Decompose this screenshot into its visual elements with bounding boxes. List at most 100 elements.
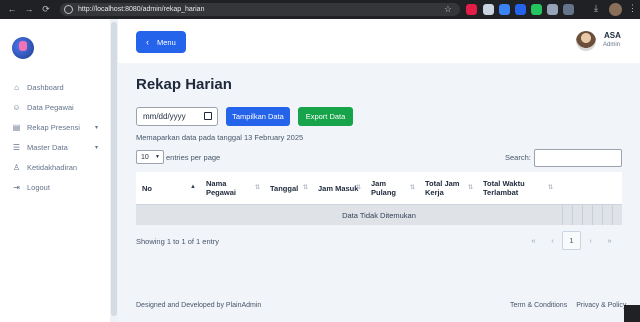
- column-header-jam-masuk[interactable]: Jam Masuk ⇅: [312, 172, 365, 204]
- search-input[interactable]: [534, 149, 622, 167]
- sidebar-scrollbar-thumb[interactable]: [111, 22, 117, 316]
- column-label: Jam Masuk: [318, 183, 359, 193]
- date-input-placeholder: mm/dd/yyyy: [143, 112, 186, 121]
- first-page-button[interactable]: «: [524, 231, 543, 250]
- date-input[interactable]: mm/dd/yyyy: [136, 107, 218, 126]
- search-label: Search:: [505, 153, 531, 162]
- app-logo[interactable]: [12, 37, 34, 59]
- footer-credit: Designed and Developed by PlainAdmin: [136, 302, 262, 309]
- calendar-icon[interactable]: [204, 112, 212, 120]
- sidebar-item-dashboard[interactable]: ⌂ Dashboard: [0, 77, 110, 97]
- forward-icon[interactable]: →: [24, 4, 34, 15]
- sidebar-item-logout[interactable]: ⇥ Logout: [0, 177, 110, 197]
- page-title: Rekap Harian: [136, 76, 232, 93]
- rekap-table: No ▲ Nama Pegawai ⇅ Tanggal ⇅ Jam Masuk …: [136, 172, 622, 225]
- privacy-link[interactable]: Privacy & Policy: [576, 302, 626, 309]
- column-divider: [612, 205, 613, 225]
- sidebar-item-rekap-presensi[interactable]: ▤ Rekap Presensi ▾: [0, 117, 110, 137]
- column-divider: [562, 205, 563, 225]
- column-label: Total Waktu Terlambat: [483, 179, 525, 197]
- table-row: Data Tidak Ditemukan: [136, 205, 622, 225]
- database-icon: ☰: [12, 142, 21, 152]
- export-data-button[interactable]: Export Data: [298, 107, 353, 126]
- column-header-jam-pulang[interactable]: Jam Pulang ⇅: [365, 172, 419, 204]
- show-data-button[interactable]: Tampilkan Data: [226, 107, 290, 126]
- page-length-value: 10: [141, 153, 149, 161]
- column-header-total-jam-kerja[interactable]: Total Jam Kerja ⇅: [419, 172, 477, 204]
- star-icon[interactable]: ☆: [444, 4, 452, 15]
- user-absent-icon: ♙: [12, 162, 21, 172]
- logout-icon: ⇥: [13, 182, 20, 192]
- sort-icon: ⇅: [547, 185, 553, 191]
- column-divider: [582, 205, 583, 225]
- table-header: No ▲ Nama Pegawai ⇅ Tanggal ⇅ Jam Masuk …: [136, 172, 622, 205]
- user-name: ASA: [604, 31, 621, 40]
- chevron-left-icon: ‹: [146, 37, 149, 47]
- column-divider: [602, 205, 603, 225]
- sidebar: ⌂ Dashboard ☺ Data Pegawai ▤ Rekap Prese…: [0, 19, 110, 322]
- corner-overlay: [624, 305, 640, 322]
- last-page-button[interactable]: »: [600, 231, 619, 250]
- sidebar-item-label: Dashboard: [27, 82, 64, 92]
- table-info: Showing 1 to 1 of 1 entry: [136, 237, 219, 246]
- prev-page-button[interactable]: ‹: [543, 231, 562, 250]
- url-text[interactable]: http://localhost:8080/admin/rekap_harian: [78, 6, 204, 13]
- extension-icon[interactable]: [515, 4, 526, 15]
- extension-icon[interactable]: [483, 4, 494, 15]
- avatar[interactable]: [576, 31, 596, 51]
- browser-menu-icon[interactable]: ⋮: [628, 3, 637, 14]
- menu-button-label: Menu: [157, 37, 176, 47]
- back-icon[interactable]: ←: [7, 4, 17, 15]
- download-icon[interactable]: ⤓: [594, 3, 598, 14]
- sidebar-item-master-data[interactable]: ☰ Master Data ▾: [0, 137, 110, 157]
- menu-toggle-button[interactable]: ‹ Menu: [136, 31, 186, 53]
- column-label: Jam Pulang: [371, 179, 397, 197]
- sort-icon: ⇅: [467, 185, 473, 191]
- extension-icon[interactable]: [466, 4, 477, 15]
- column-divider: [592, 205, 593, 225]
- sort-icon: ⇅: [302, 185, 308, 191]
- chevron-down-icon: ▼: [155, 154, 160, 160]
- site-info-icon[interactable]: [64, 5, 73, 14]
- profile-avatar-icon[interactable]: [609, 3, 622, 16]
- sidebar-item-ketidakhadiran[interactable]: ♙ Ketidakhadiran: [0, 157, 110, 177]
- sort-icon: ⇅: [355, 185, 361, 191]
- next-page-button[interactable]: ›: [581, 231, 600, 250]
- extension-icon[interactable]: [547, 4, 558, 15]
- page-length-select[interactable]: 10 ▼: [136, 150, 164, 164]
- column-header-tanggal[interactable]: Tanggal ⇅: [264, 172, 312, 204]
- user-role: Admin: [603, 42, 621, 48]
- terms-link[interactable]: Term & Conditions: [510, 302, 567, 309]
- users-icon: ☺: [12, 102, 21, 112]
- chevron-down-icon: ▾: [94, 124, 98, 131]
- sidebar-item-label: Logout: [27, 182, 50, 192]
- chevron-down-icon: ▾: [94, 144, 98, 151]
- sidebar-item-label: Ketidakhadiran: [27, 162, 78, 172]
- sort-icon: ⇅: [409, 185, 415, 191]
- column-label: Nama Pegawai: [206, 179, 237, 197]
- sidebar-item-data-pegawai[interactable]: ☺ Data Pegawai: [0, 97, 110, 117]
- extension-icon[interactable]: [499, 4, 510, 15]
- column-header-nama-pegawai[interactable]: Nama Pegawai ⇅: [200, 172, 264, 204]
- reload-icon[interactable]: ⟳: [41, 4, 51, 15]
- date-description: Memaparkan data pada tanggal 13 February…: [136, 133, 304, 142]
- home-icon: ⌂: [14, 82, 19, 92]
- pagination: « ‹ 1 › »: [524, 231, 619, 250]
- current-page-button[interactable]: 1: [562, 231, 581, 250]
- footer-links: Term & Conditions Privacy & Policy: [510, 302, 626, 309]
- column-header-no[interactable]: No ▲: [136, 172, 200, 204]
- column-label: No: [142, 183, 152, 193]
- column-divider: [572, 205, 573, 225]
- extension-icon[interactable]: [531, 4, 542, 15]
- top-header: ‹ Menu ASA Admin: [118, 19, 640, 63]
- empty-table-message: Data Tidak Ditemukan: [342, 210, 416, 220]
- extensions-puzzle-icon[interactable]: [563, 4, 574, 15]
- sidebar-item-label: Master Data: [27, 142, 68, 152]
- column-label: Tanggal: [270, 183, 299, 193]
- address-bar[interactable]: http://localhost:8080/admin/rekap_harian…: [60, 3, 460, 16]
- column-label: Total Jam Kerja: [425, 179, 460, 197]
- sidebar-item-label: Rekap Presensi: [27, 122, 80, 132]
- column-header-total-waktu-terlambat[interactable]: Total Waktu Terlambat ⇅: [477, 172, 557, 204]
- sidebar-item-label: Data Pegawai: [27, 102, 74, 112]
- browser-nav: ← → ⟳: [0, 4, 60, 15]
